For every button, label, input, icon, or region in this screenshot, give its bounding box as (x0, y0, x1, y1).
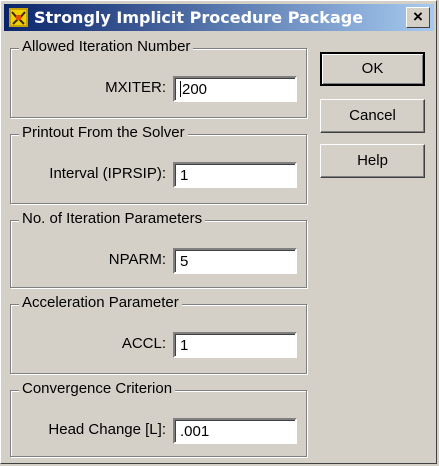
help-button[interactable]: Help (320, 144, 425, 178)
app-icon (9, 8, 28, 27)
group-legend: Printout From the Solver (19, 124, 188, 141)
iprsip-label: Interval (IPRSIP): (49, 165, 166, 182)
mxiter-label: MXITER: (105, 79, 166, 96)
head-change-input[interactable]: .001 (173, 418, 297, 444)
head-change-value: .001 (180, 423, 210, 440)
group-allowed-iteration: Allowed Iteration Number MXITER: 200 (10, 38, 307, 118)
accl-value: 1 (180, 337, 189, 354)
accl-label: ACCL: (121, 335, 166, 352)
nparm-value: 5 (180, 253, 189, 270)
text-caret (180, 81, 181, 97)
group-legend: No. of Iteration Parameters (19, 210, 206, 227)
group-legend: Acceleration Parameter (19, 294, 182, 311)
group-iteration-parameters: No. of Iteration Parameters NPARM: 5 (10, 210, 307, 288)
iprsip-input[interactable]: 1 (173, 162, 297, 188)
accl-input[interactable]: 1 (173, 332, 297, 358)
title-bar[interactable]: Strongly Implicit Procedure Package × (4, 4, 434, 31)
window-title: Strongly Implicit Procedure Package (34, 8, 364, 27)
nparm-label: NPARM: (108, 251, 166, 268)
ok-button[interactable]: OK (320, 52, 425, 86)
mxiter-input[interactable]: 200 (173, 76, 297, 102)
group-acceleration-parameter: Acceleration Parameter ACCL: 1 (10, 294, 307, 374)
group-printout-solver: Printout From the Solver Interval (IPRSI… (10, 124, 307, 204)
head-change-label: Head Change [L]: (48, 421, 166, 438)
close-button[interactable]: × (406, 7, 430, 28)
iprsip-value: 1 (180, 167, 189, 184)
close-icon: × (413, 7, 423, 26)
dialog-window: Strongly Implicit Procedure Package × Al… (0, 0, 437, 464)
group-convergence-criterion: Convergence Criterion Head Change [L]: .… (10, 380, 307, 457)
nparm-input[interactable]: 5 (173, 248, 297, 274)
cancel-button[interactable]: Cancel (320, 99, 425, 133)
mxiter-value: 200 (182, 81, 208, 98)
group-legend: Convergence Criterion (19, 380, 176, 397)
group-legend: Allowed Iteration Number (19, 38, 194, 55)
